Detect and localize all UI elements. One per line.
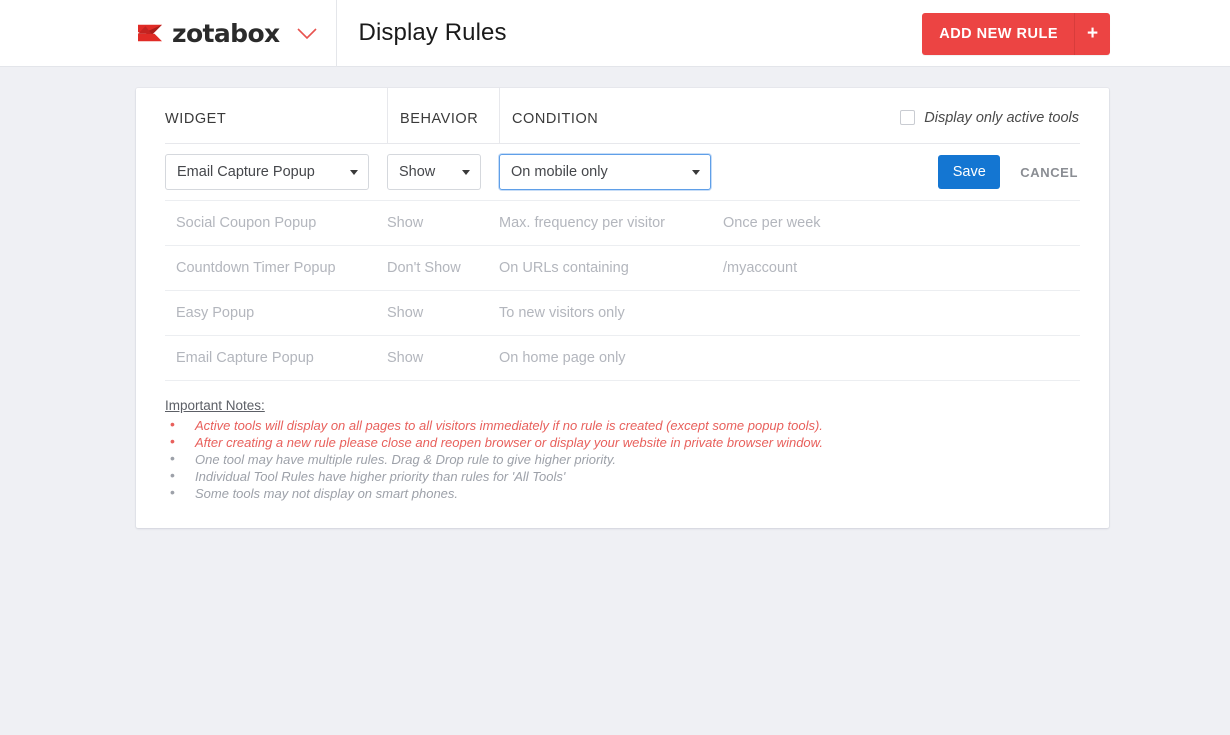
cell-behavior: Show	[387, 350, 424, 366]
cell-behavior: Show	[387, 215, 424, 231]
column-header-behavior: BEHAVIOR	[388, 88, 500, 143]
display-only-active-tools-toggle[interactable]: Display only active tools	[900, 88, 1080, 143]
cell-widget: Easy Popup	[176, 305, 255, 321]
save-button[interactable]: Save	[938, 155, 1001, 189]
note-item: After creating a new rule please close a…	[165, 433, 1080, 451]
table-row[interactable]: Countdown Timer Popup Don't Show On URLs…	[165, 246, 1080, 291]
cell-widget: Email Capture Popup	[176, 350, 314, 366]
note-item: Active tools will display on all pages t…	[165, 416, 1080, 434]
cell-value: Once per week	[723, 215, 821, 231]
add-new-rule-button[interactable]: ADD NEW RULE +	[922, 12, 1110, 55]
widget-select-value: Email Capture Popup	[177, 164, 315, 180]
plus-icon: +	[1086, 23, 1099, 44]
important-notes-title: Important Notes:	[165, 398, 265, 413]
behavior-select-value: Show	[399, 164, 436, 180]
display-only-active-tools-label: Display only active tools	[924, 109, 1079, 126]
rules-list: Social Coupon Popup Show Max. frequency …	[165, 201, 1080, 381]
cell-condition: On home page only	[499, 350, 626, 366]
condition-select-value: On mobile only	[511, 164, 608, 180]
cell-behavior: Don't Show	[387, 260, 461, 276]
table-row[interactable]: Email Capture Popup Show On home page on…	[165, 336, 1080, 381]
table-row[interactable]: Social Coupon Popup Show Max. frequency …	[165, 201, 1080, 246]
top-bar: zotabox Display Rules ADD NEW RULE +	[0, 0, 1230, 67]
page-title: Display Rules	[358, 19, 507, 46]
column-header-condition: CONDITION	[512, 110, 599, 127]
cell-condition: Max. frequency per visitor	[499, 215, 666, 231]
chevron-down-icon[interactable]	[296, 27, 318, 40]
important-notes: Important Notes: Active tools will displ…	[165, 381, 1080, 502]
display-rules-card: WIDGET BEHAVIOR CONDITION Display only a…	[136, 88, 1109, 528]
important-notes-list: Active tools will display on all pages t…	[165, 416, 1080, 502]
brand-name: zotabox	[172, 18, 280, 48]
cancel-button[interactable]: CANCEL	[1018, 165, 1080, 180]
add-new-rule-label: ADD NEW RULE	[922, 12, 1075, 55]
note-item: Some tools may not display on smart phon…	[165, 484, 1080, 502]
cell-condition: On URLs containing	[499, 260, 629, 276]
cell-widget: Countdown Timer Popup	[176, 260, 336, 276]
brand-logo[interactable]: zotabox	[0, 0, 337, 67]
rule-edit-row: Email Capture Popup Show On mobile only …	[165, 144, 1080, 201]
table-header: WIDGET BEHAVIOR CONDITION Display only a…	[165, 88, 1080, 144]
display-only-active-tools-checkbox[interactable]	[900, 110, 916, 125]
widget-select[interactable]: Email Capture Popup	[165, 154, 369, 190]
cell-behavior: Show	[387, 305, 424, 321]
top-bar-actions: ADD NEW RULE +	[922, 0, 1230, 67]
rule-edit-actions: Save CANCEL	[938, 155, 1080, 189]
behavior-select[interactable]: Show	[387, 154, 481, 190]
note-item: Individual Tool Rules have higher priori…	[165, 467, 1080, 485]
zotabox-z-logo-icon	[138, 24, 162, 42]
note-item: One tool may have multiple rules. Drag &…	[165, 450, 1080, 468]
condition-select[interactable]: On mobile only	[499, 154, 711, 190]
column-header-widget: WIDGET	[165, 88, 388, 143]
cell-widget: Social Coupon Popup	[176, 215, 317, 231]
cell-condition: To new visitors only	[499, 305, 625, 321]
cell-value: /myaccount	[723, 260, 798, 276]
table-row[interactable]: Easy Popup Show To new visitors only	[165, 291, 1080, 336]
